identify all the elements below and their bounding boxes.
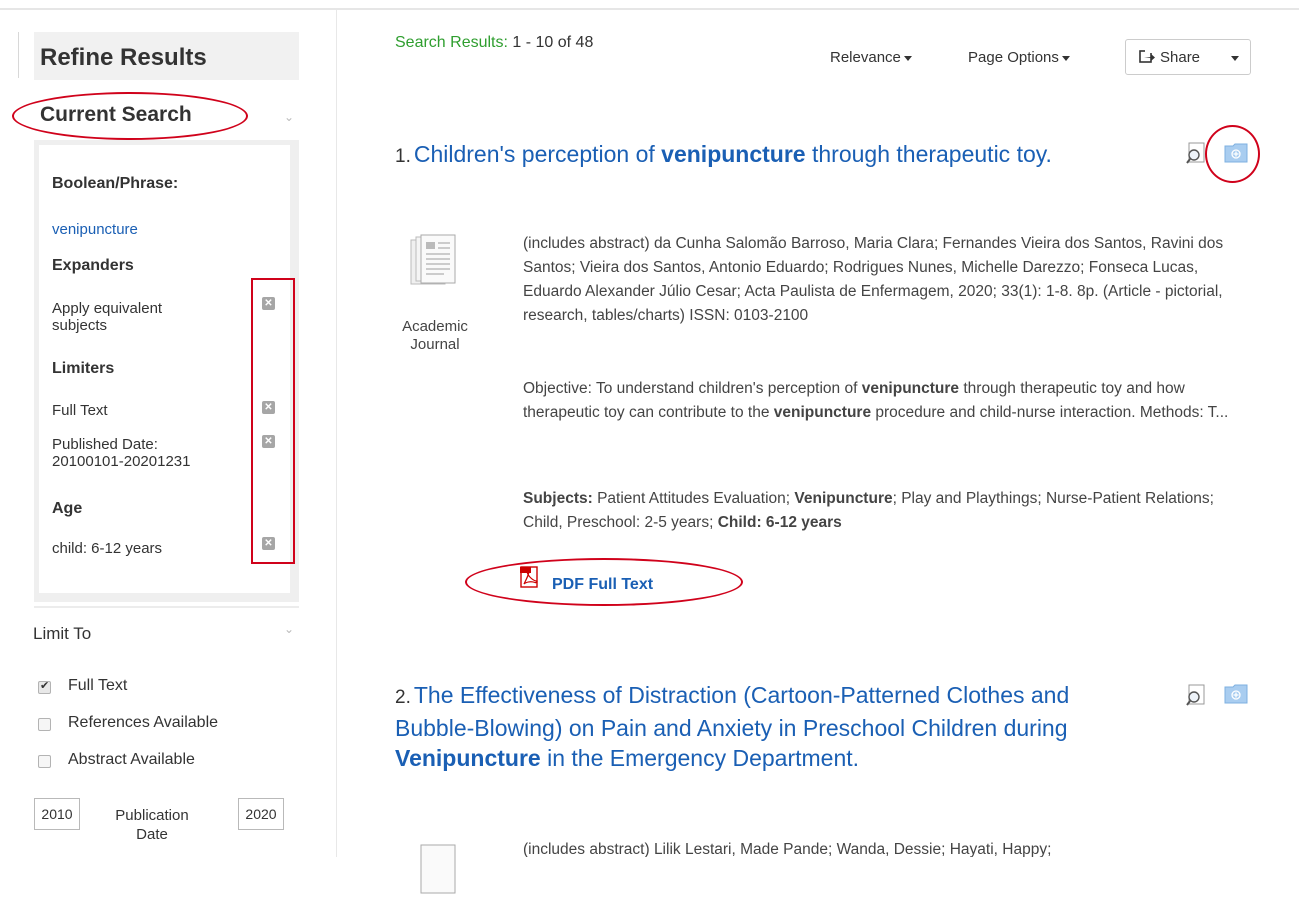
title-text: through therapeutic toy. [805,141,1052,167]
page-options-label: Page Options [968,49,1059,66]
section-separator [34,606,299,608]
document-type-label: Academic Journal [402,318,468,353]
refine-results-title: Refine Results [40,44,207,71]
title-text: The Effectiveness of Distraction (Cartoo… [395,682,1070,741]
academic-journal-icon [410,234,456,285]
result-number: 2. [395,687,411,708]
full-text-checkbox[interactable]: ✔ [38,680,51,694]
academic-journal-icon [420,844,456,894]
refine-results-header: Refine Results [34,32,299,80]
limiters-label: Limiters [52,360,115,377]
title-highlight: venipuncture [661,141,806,167]
subjects-label: Subjects: [523,490,593,507]
subjects-text: Patient Attitudes Evaluation; [592,490,795,507]
age-label: Age [52,500,83,517]
age-value: child: 6-12 years [52,540,163,557]
result-1-citation: (includes abstract) da Cunha Salomão Bar… [523,235,1224,324]
top-border [0,8,1299,10]
sort-dropdown[interactable]: Relevance [830,49,912,66]
add-to-folder-icon[interactable] [1224,684,1248,704]
title-highlight: Venipuncture [395,745,541,771]
result-1-abstract: Objective: To understand children's perc… [523,377,1253,425]
share-label: Share [1160,49,1201,66]
abstract-text: Objective: To understand children's perc… [523,380,862,397]
sort-label: Relevance [830,49,901,66]
publication-date-label: Publication Date [115,807,189,843]
share-button[interactable]: Share [1125,39,1251,75]
annotation-ellipse-pdf [465,558,743,606]
limit-to-title[interactable]: Limit To [33,624,91,644]
title-text: in the Emergency Department. [540,745,860,771]
chevron-down-icon[interactable]: ⌄ [284,110,294,124]
result-2-title[interactable]: 2. The Effectiveness of Distraction (Cart… [395,680,1095,773]
result-number: 1. [395,146,411,167]
annotation-rect-remove-buttons [251,278,295,564]
annotation-ellipse-current-search [12,92,248,140]
limiter-full-text: Full Text [52,402,108,419]
references-available-option[interactable]: References Available [68,714,218,732]
result-1-subjects: Subjects: Patient Attitudes Evaluation; … [523,487,1253,535]
boolean-phrase-label: Boolean/Phrase: [52,175,179,192]
result-1-title[interactable]: 1. Children's perception of venipuncture … [395,139,1055,172]
annotation-circle-folder [1205,125,1260,183]
limiter-published-date: Published Date: 20100101-20201231 [52,436,191,470]
sidebar-divider [336,10,337,857]
caret-down-icon [1231,56,1239,61]
chevron-down-icon[interactable]: ⌄ [284,622,294,636]
check-icon: ✔ [40,680,50,692]
search-results-summary: Search Results: 1 - 10 of 48 [395,34,593,52]
full-text-option[interactable]: Full Text [68,677,127,695]
caret-down-icon [903,55,912,61]
page-options-dropdown[interactable]: Page Options [968,49,1070,66]
year-to-input[interactable]: 2020 [238,798,284,830]
collapsed-panel-edge [0,32,19,78]
subjects-highlight: Venipuncture [794,490,893,507]
search-results-label: Search Results: [395,34,508,51]
caret-down-icon [1061,55,1070,61]
year-from-input[interactable]: 2010 [34,798,80,830]
title-text: Children's perception of [413,141,662,167]
abstract-highlight: venipuncture [773,404,872,421]
share-arrow-icon [1139,49,1155,63]
search-results-count: 1 - 10 of 48 [512,34,594,51]
boolean-phrase-link[interactable]: venipuncture [52,221,138,238]
abstract-available-option[interactable]: Abstract Available [68,751,195,769]
abstract-text: procedure and child-nurse interaction. M… [871,404,1229,421]
subjects-highlight: Child: 6-12 years [717,514,842,531]
result-2-citation: (includes abstract) Lilik Lestari, Made … [523,841,1052,857]
preview-magnifier-icon[interactable] [1185,142,1207,164]
preview-magnifier-icon[interactable] [1185,684,1207,706]
references-available-checkbox[interactable] [38,718,51,731]
expander-equivalent-subjects: Apply equivalent subjects [52,300,163,334]
expanders-label: Expanders [52,257,134,274]
abstract-available-checkbox[interactable] [38,755,51,768]
abstract-highlight: venipuncture [861,380,960,397]
